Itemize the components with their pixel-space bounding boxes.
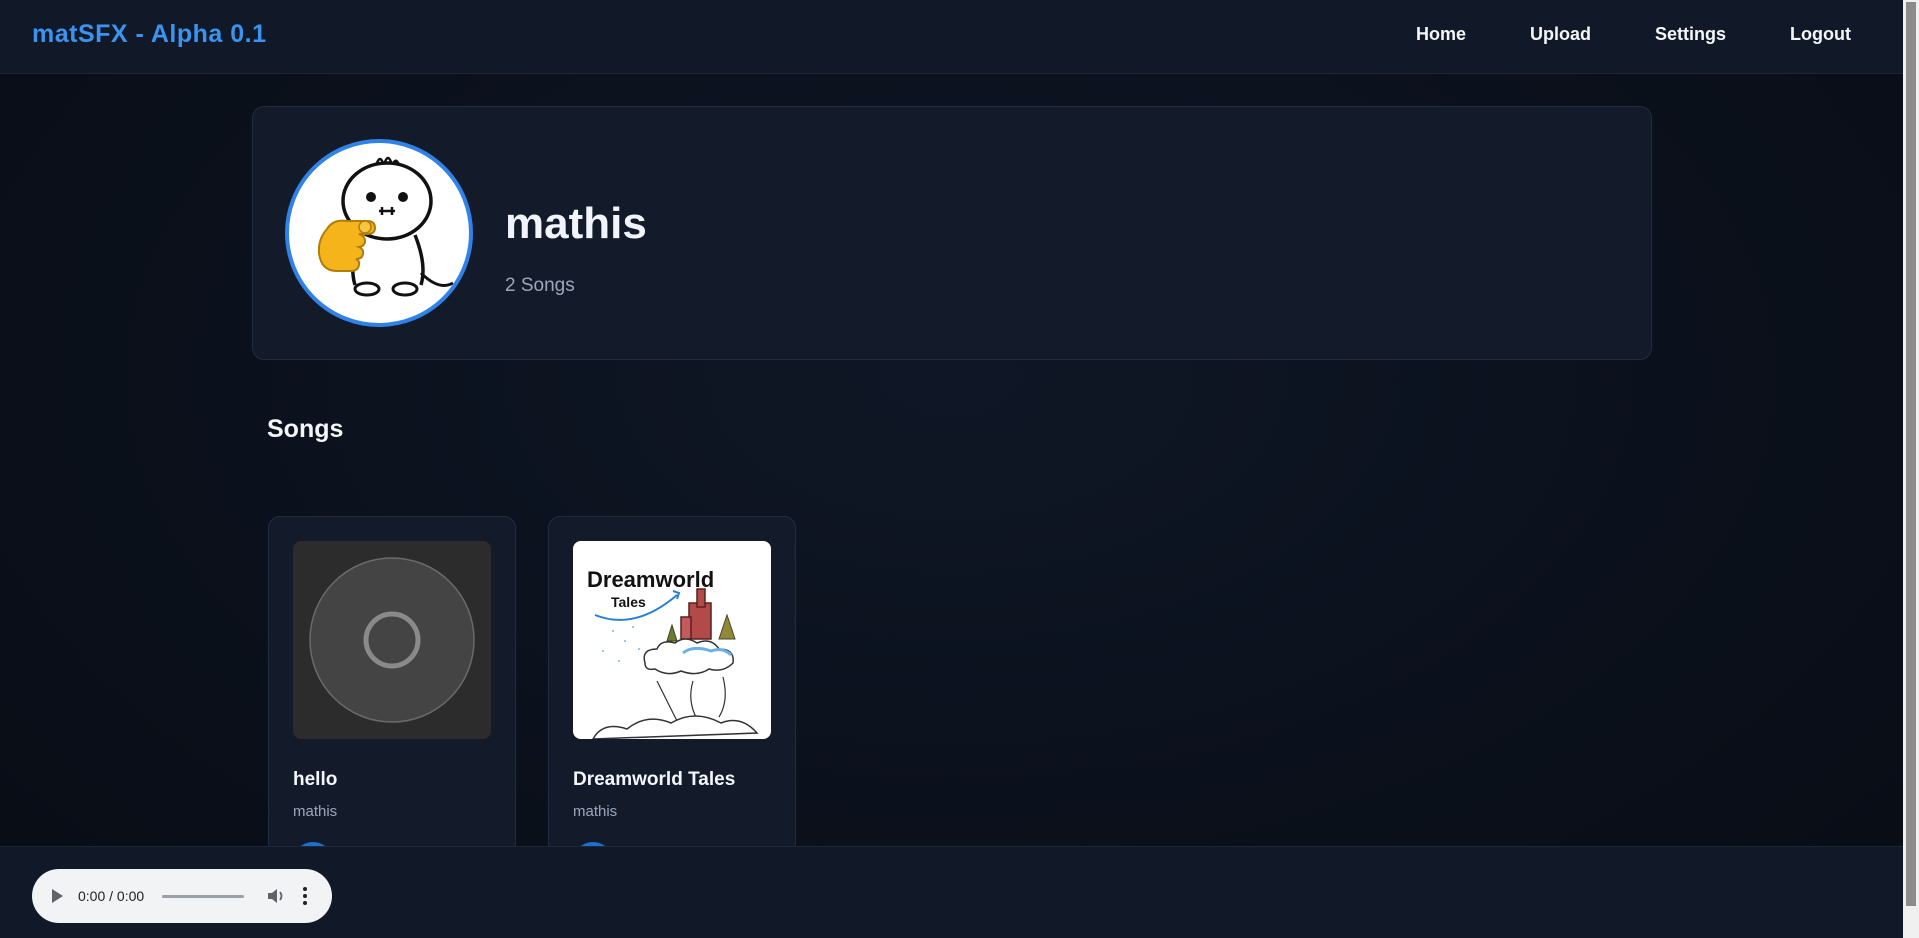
page-scrollbar[interactable]: [1903, 0, 1919, 938]
play-icon[interactable]: [52, 889, 63, 903]
audio-time: 0:00 / 0:00: [78, 888, 145, 904]
album-art-subtitle-text: Tales: [611, 594, 646, 610]
audio-progress-slider[interactable]: [162, 895, 244, 898]
profile-card: mathis 2 Songs: [252, 106, 1652, 360]
song-card[interactable]: Dreamworld Tales Dreamworld Tales mathis: [548, 516, 796, 856]
audio-player[interactable]: 0:00 / 0:00: [32, 869, 332, 923]
album-art-image: Dreamworld Tales: [573, 541, 771, 739]
songs-section-title: Songs: [267, 415, 344, 443]
navbar: matSFX - Alpha 0.1 Home Upload Settings …: [0, 0, 1903, 74]
song-title[interactable]: hello: [293, 769, 337, 791]
avatar-cartoon-icon: [317, 156, 454, 297]
player-bar: 0:00 / 0:00: [0, 846, 1903, 938]
volume-icon[interactable]: [266, 887, 286, 905]
song-cover[interactable]: [293, 541, 491, 739]
song-cover[interactable]: Dreamworld Tales: [573, 541, 771, 739]
nav-home-link[interactable]: Home: [1416, 24, 1466, 45]
nav-upload-link[interactable]: Upload: [1530, 24, 1591, 45]
album-art-title-text: Dreamworld: [587, 567, 714, 592]
song-title[interactable]: Dreamworld Tales: [573, 769, 735, 791]
avatar: [285, 139, 473, 327]
song-artist: mathis: [573, 803, 618, 820]
nav-settings-link[interactable]: Settings: [1655, 24, 1726, 45]
song-card[interactable]: hello mathis: [268, 516, 516, 856]
profile-username: mathis: [505, 199, 647, 248]
more-options-icon[interactable]: [302, 885, 308, 907]
scrollbar-thumb[interactable]: [1906, 2, 1916, 906]
profile-song-count: 2 Songs: [505, 275, 575, 296]
brand-logo[interactable]: matSFX - Alpha 0.1: [32, 20, 267, 49]
disc-placeholder-icon: [309, 557, 475, 723]
nav-links: Home Upload Settings Logout: [1352, 24, 1851, 45]
song-artist: mathis: [293, 803, 338, 820]
nav-logout-link[interactable]: Logout: [1790, 24, 1851, 45]
